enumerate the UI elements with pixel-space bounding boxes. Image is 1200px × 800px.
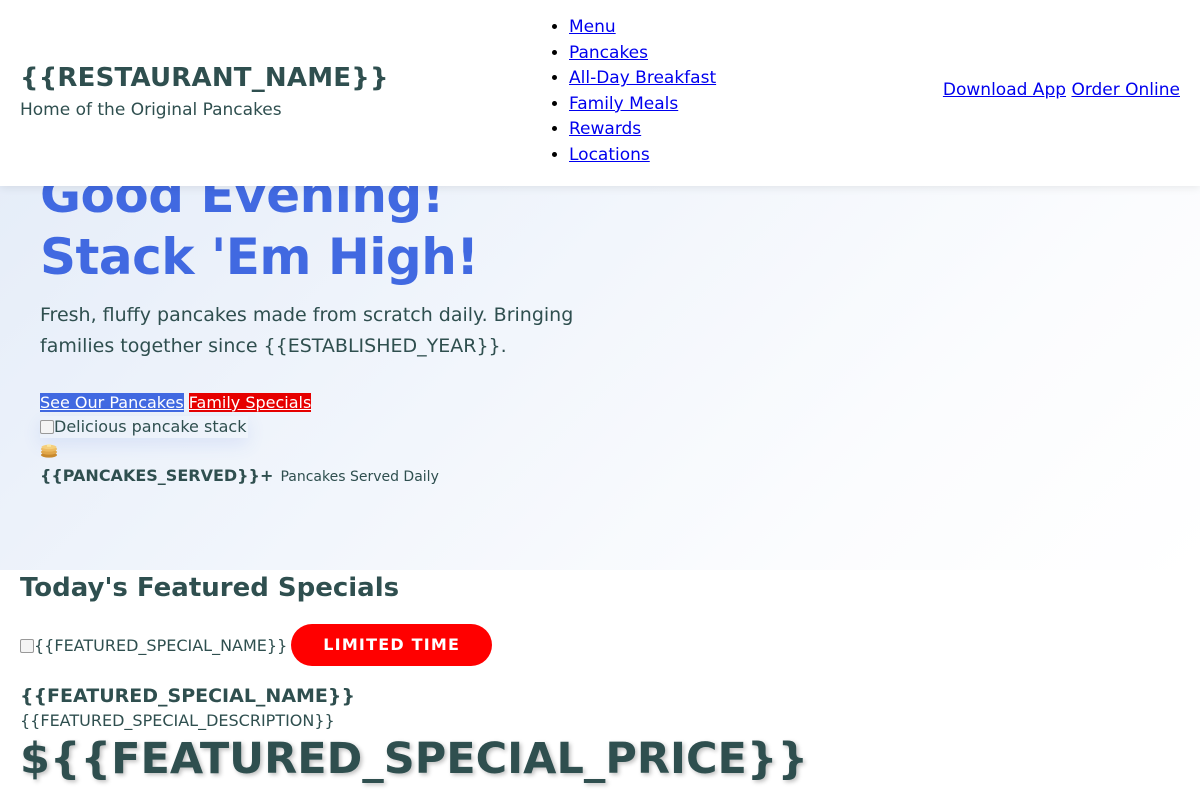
main-nav: Menu Pancakes All-Day Breakfast Family M… bbox=[536, 15, 716, 169]
brand: {{RESTAURANT_NAME}} Home of the Original… bbox=[20, 63, 389, 120]
hero-image-alt: Delicious pancake stack bbox=[54, 417, 247, 436]
pancakes-icon bbox=[41, 444, 57, 458]
restaurant-name: {{RESTAURANT_NAME}} bbox=[20, 63, 389, 93]
special-image-row: {{FEATURED_SPECIAL_NAME}} LIMITED TIME bbox=[20, 624, 1180, 666]
special-image: {{FEATURED_SPECIAL_NAME}} bbox=[20, 636, 287, 655]
order-online-link[interactable]: Order Online bbox=[1071, 80, 1180, 100]
site-header: {{RESTAURANT_NAME}} Home of the Original… bbox=[0, 0, 1200, 186]
nav-link-all-day-breakfast[interactable]: All-Day Breakfast bbox=[569, 68, 716, 88]
restaurant-tagline: Home of the Original Pancakes bbox=[20, 100, 282, 120]
featured-specials-section: Today's Featured Specials {{FEATURED_SPE… bbox=[20, 570, 1180, 784]
nav-link-rewards[interactable]: Rewards bbox=[569, 119, 641, 139]
hero-buttons: See Our Pancakes Family Specials bbox=[40, 392, 600, 414]
hero-emoji bbox=[40, 440, 600, 462]
nav-item-locations: Locations bbox=[569, 143, 716, 169]
nav-list: Menu Pancakes All-Day Breakfast Family M… bbox=[536, 15, 716, 169]
limited-time-badge: LIMITED TIME bbox=[291, 624, 493, 666]
special-price: ${{FEATURED_SPECIAL_PRICE}} bbox=[20, 734, 809, 784]
nav-item-all-day-breakfast: All-Day Breakfast bbox=[569, 66, 716, 92]
nav-link-pancakes[interactable]: Pancakes bbox=[569, 43, 648, 63]
pancakes-served-stat: {{PANCAKES_SERVED}}+ Pancakes Served Dai… bbox=[40, 466, 600, 485]
special-image-alt: {{FEATURED_SPECIAL_NAME}} bbox=[34, 635, 288, 655]
stat-label: Pancakes Served Daily bbox=[280, 469, 439, 485]
stat-value: {{PANCAKES_SERVED}}+ bbox=[40, 466, 274, 485]
broken-image-icon bbox=[40, 420, 54, 434]
special-name: {{FEATURED_SPECIAL_NAME}} bbox=[20, 685, 355, 707]
nav-item-family-meals: Family Meals bbox=[569, 92, 716, 118]
broken-image-icon bbox=[20, 638, 34, 653]
nav-link-locations[interactable]: Locations bbox=[569, 145, 650, 165]
see-our-pancakes-button[interactable]: See Our Pancakes bbox=[40, 393, 184, 412]
header-actions: Download App Order Online bbox=[943, 80, 1180, 100]
nav-item-menu: Menu bbox=[569, 15, 716, 41]
specials-title: Today's Featured Specials bbox=[20, 573, 400, 603]
hero-title-line2: Stack 'Em High! bbox=[40, 228, 479, 286]
hero-subtitle: Fresh, fluffy pancakes made from scratch… bbox=[40, 304, 574, 357]
download-app-link[interactable]: Download App bbox=[943, 80, 1066, 100]
special-description: {{FEATURED_SPECIAL_DESCRIPTION}} bbox=[20, 711, 335, 730]
hero-image: Delicious pancake stack bbox=[40, 416, 248, 438]
nav-item-rewards: Rewards bbox=[569, 117, 716, 143]
family-specials-button[interactable]: Family Specials bbox=[188, 393, 312, 412]
hero-content: Good Evening! Stack 'Em High! Fresh, flu… bbox=[40, 164, 600, 485]
nav-item-pancakes: Pancakes bbox=[569, 41, 716, 67]
nav-link-family-meals[interactable]: Family Meals bbox=[569, 94, 678, 114]
nav-link-menu[interactable]: Menu bbox=[569, 17, 616, 37]
